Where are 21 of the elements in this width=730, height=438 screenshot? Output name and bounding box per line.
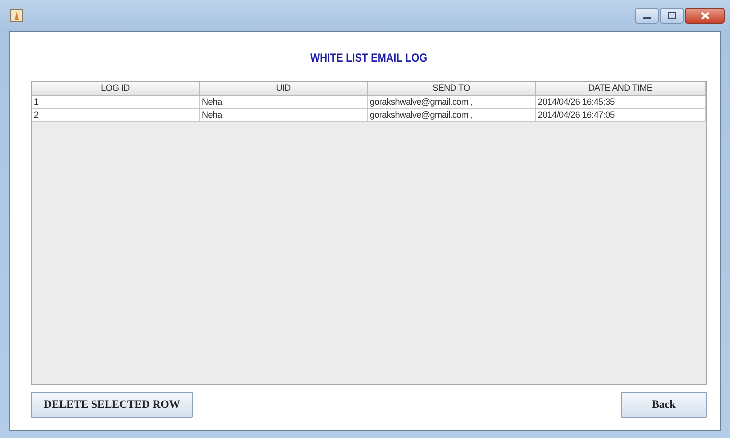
delete-button[interactable]: DELETE SELECTED ROW (31, 392, 194, 418)
table-cell: 2 (32, 109, 200, 122)
table-cell: gorakshwalve@gmail.com , (368, 96, 536, 109)
table-cell: Neha (200, 96, 368, 109)
maximize-icon (668, 12, 676, 19)
column-header[interactable]: DATE AND TIME (536, 82, 706, 96)
maximize-button[interactable] (660, 8, 684, 24)
column-header[interactable]: SEND TO (368, 82, 536, 96)
table-cell: 1 (32, 96, 200, 109)
table-cell: 2014/04/26 16:47:05 (536, 109, 706, 122)
column-header[interactable]: LOG ID (32, 82, 200, 96)
close-button[interactable] (685, 8, 725, 24)
column-header[interactable]: UID (200, 82, 368, 96)
table-cell: 2014/04/26 16:45:35 (536, 96, 706, 109)
minimize-button[interactable] (635, 8, 659, 24)
table-cell: Neha (200, 109, 368, 122)
close-icon (700, 12, 710, 20)
table-cell: gorakshwalve@gmail.com , (368, 109, 536, 122)
back-button[interactable]: Back (621, 392, 707, 418)
app-icon (10, 8, 24, 22)
window-heading: WHITE LIST EMAIL LOG (309, 50, 429, 67)
